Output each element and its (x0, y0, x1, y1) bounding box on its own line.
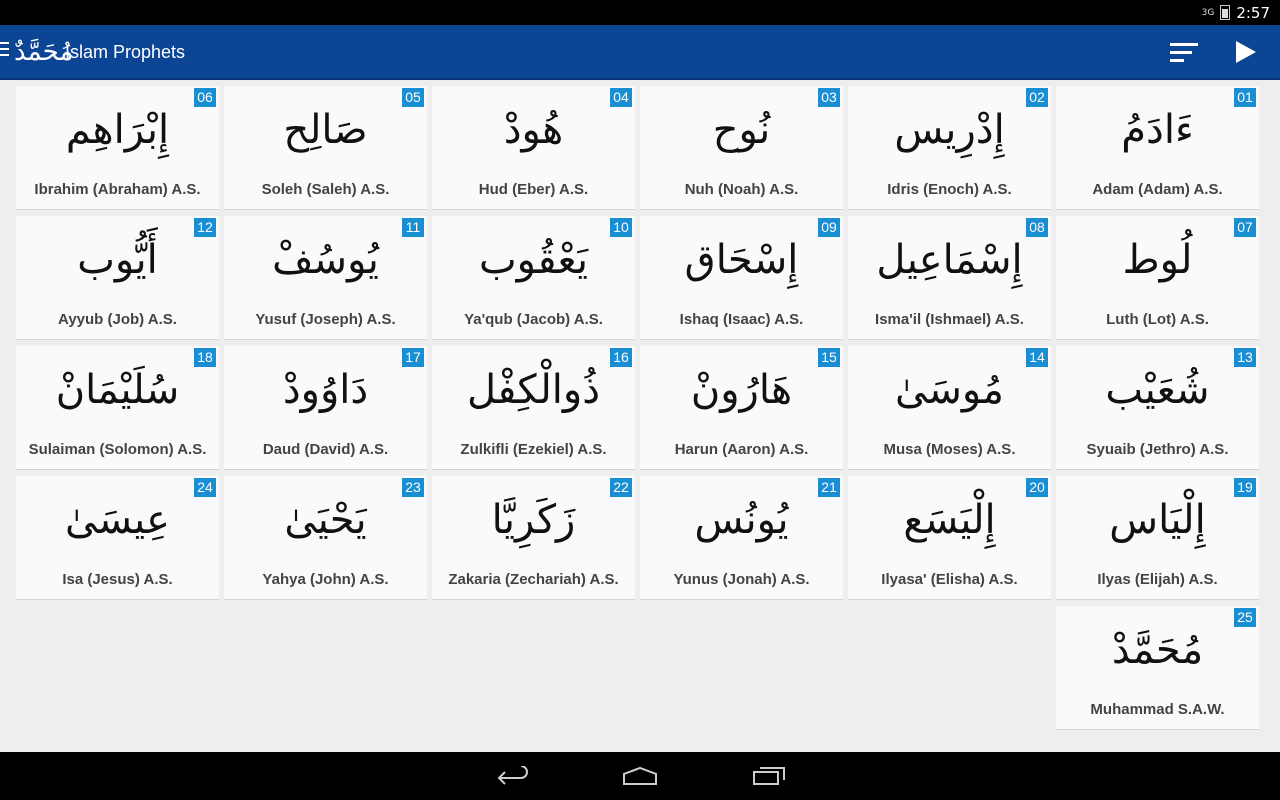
prophet-name: Harun (Aaron) A.S. (674, 441, 809, 458)
prophet-card[interactable]: 25 مُحَمَّدْ Muhammad S.A.W. (1056, 606, 1259, 730)
prophet-card[interactable]: 19 إِلْيَاس Ilyas (Elijah) A.S. (1056, 476, 1259, 600)
action-bar: مُحَمَّدٌ Islam Prophets (0, 25, 1280, 80)
prophet-arabic-name: إِسْمَاعِيل (876, 237, 1023, 283)
prophet-arabic-name: يَعْقُوب (479, 237, 588, 283)
back-icon[interactable] (497, 766, 529, 786)
prophet-card[interactable]: 06 إِبْرَاهِم Ibrahim (Abraham) A.S. (16, 86, 219, 210)
status-bar: 3G 2:57 (0, 0, 1280, 25)
prophet-arabic-name: شُعَيْب (1105, 367, 1210, 413)
prophet-name: Daud (David) A.S. (262, 441, 389, 458)
prophet-name: Yusuf (Joseph) A.S. (255, 311, 396, 328)
prophet-name: Nuh (Noah) A.S. (684, 181, 799, 198)
prophet-arabic-name: يُونُس (694, 497, 789, 543)
prophet-arabic-name: دَاوُودْ (282, 367, 369, 413)
menu-up-icon[interactable] (0, 42, 9, 60)
prophet-grid: 01 ءَادَمُ Adam (Adam) A.S. 02 إِدْرِيس Idris… (16, 86, 1260, 736)
prophet-card[interactable]: 04 هُودْ Hud (Eber) A.S. (432, 86, 635, 210)
prophet-card[interactable]: 21 يُونُس Yunus (Jonah) A.S. (640, 476, 843, 600)
prophet-arabic-name: إِسْحَاق (684, 237, 799, 283)
prophet-card[interactable]: 14 مُوسَىٰ Musa (Moses) A.S. (848, 346, 1051, 470)
prophet-name: Yunus (Jonah) A.S. (673, 571, 810, 588)
prophet-name: Zulkifli (Ezekiel) A.S. (460, 441, 607, 458)
prophet-card[interactable]: 16 ذُوالْكِفْل Zulkifli (Ezekiel) A.S. (432, 346, 635, 470)
prophet-card[interactable]: 12 أَيُّوب Ayyub (Job) A.S. (16, 216, 219, 340)
prophet-card[interactable]: 24 عِيسَىٰ Isa (Jesus) A.S. (16, 476, 219, 600)
prophet-name: Isma'il (Ishmael) A.S. (875, 311, 1024, 328)
prophet-arabic-name: زَكَرِيَّا (491, 497, 576, 543)
prophet-arabic-name: أَيُّوب (77, 237, 158, 283)
prophet-arabic-name: إِلْيَسَع (903, 497, 996, 543)
prophet-arabic-name: هُودْ (503, 107, 564, 153)
signal-indicator: 3G (1201, 7, 1215, 18)
prophet-card[interactable]: 23 يَحْيَىٰ Yahya (John) A.S. (224, 476, 427, 600)
prophet-arabic-name: إِلْيَاس (1109, 497, 1206, 543)
recent-apps-icon[interactable] (752, 766, 786, 786)
prophet-name: Sulaiman (Solomon) A.S. (28, 441, 207, 458)
prophet-card[interactable]: 09 إِسْحَاق Ishaq (Isaac) A.S. (640, 216, 843, 340)
prophet-card[interactable]: 07 لُوط Luth (Lot) A.S. (1056, 216, 1259, 340)
app-logo-icon[interactable]: مُحَمَّدٌ (14, 33, 73, 71)
prophet-arabic-name: هَارُونْ (690, 367, 793, 413)
prophet-card[interactable]: 01 ءَادَمُ Adam (Adam) A.S. (1056, 86, 1259, 210)
battery-icon (1220, 5, 1231, 20)
prophet-name: Yahya (John) A.S. (262, 571, 389, 588)
prophet-name: Muhammad S.A.W. (1090, 701, 1225, 718)
clock: 2:57 (1236, 3, 1270, 22)
prophet-arabic-name: لُوط (1122, 237, 1193, 283)
prophet-arabic-name: صَالِح (283, 107, 368, 153)
prophet-card[interactable]: 10 يَعْقُوب Ya'qub (Jacob) A.S. (432, 216, 635, 340)
prophet-arabic-name: يَحْيَىٰ (284, 497, 367, 543)
prophet-name: Ayyub (Job) A.S. (58, 311, 177, 328)
prophet-arabic-name: مُوسَىٰ (895, 367, 1004, 413)
prophet-card[interactable]: 11 يُوسُفْ Yusuf (Joseph) A.S. (224, 216, 427, 340)
app-title: Islam Prophets (65, 42, 186, 62)
prophet-name: Ilyas (Elijah) A.S. (1097, 571, 1218, 588)
prophet-name: Musa (Moses) A.S. (883, 441, 1016, 458)
prophet-arabic-name: يُوسُفْ (272, 237, 379, 283)
prophet-arabic-name: إِدْرِيس (894, 107, 1005, 153)
home-icon[interactable] (622, 766, 658, 786)
play-icon[interactable] (1236, 41, 1256, 63)
prophet-arabic-name: ءَادَمُ (1121, 107, 1194, 153)
prophet-arabic-name: نُوح (712, 107, 771, 153)
prophet-name: Ibrahim (Abraham) A.S. (34, 181, 201, 198)
prophet-card[interactable]: 15 هَارُونْ Harun (Aaron) A.S. (640, 346, 843, 470)
prophet-card[interactable]: 05 صَالِح Soleh (Saleh) A.S. (224, 86, 427, 210)
prophet-card[interactable]: 22 زَكَرِيَّا Zakaria (Zechariah) A.S. (432, 476, 635, 600)
prophet-card[interactable]: 13 شُعَيْب Syuaib (Jethro) A.S. (1056, 346, 1259, 470)
prophet-card[interactable]: 02 إِدْرِيس Idris (Enoch) A.S. (848, 86, 1051, 210)
prophet-name: Ishaq (Isaac) A.S. (679, 311, 804, 328)
prophet-arabic-name: مُحَمَّدْ (1111, 627, 1204, 673)
prophet-card[interactable]: 03 نُوح Nuh (Noah) A.S. (640, 86, 843, 210)
prophet-arabic-name: عِيسَىٰ (65, 497, 170, 543)
prophet-name: Adam (Adam) A.S. (1092, 181, 1223, 198)
prophet-arabic-name: سُلَيْمَانْ (55, 367, 180, 413)
prophet-name: Hud (Eber) A.S. (478, 181, 589, 198)
prophet-card[interactable]: 18 سُلَيْمَانْ Sulaiman (Solomon) A.S. (16, 346, 219, 470)
sort-icon[interactable] (1170, 43, 1198, 63)
navigation-bar (0, 752, 1280, 800)
prophet-name: Syuaib (Jethro) A.S. (1086, 441, 1229, 458)
prophet-name: Ilyasa' (Elisha) A.S. (881, 571, 1018, 588)
prophet-card[interactable]: 08 إِسْمَاعِيل Isma'il (Ishmael) A.S. (848, 216, 1051, 340)
prophet-card[interactable]: 17 دَاوُودْ Daud (David) A.S. (224, 346, 427, 470)
prophet-name: Ya'qub (Jacob) A.S. (464, 311, 603, 328)
prophet-name: Zakaria (Zechariah) A.S. (448, 571, 619, 588)
prophet-name: Luth (Lot) A.S. (1106, 311, 1209, 328)
prophet-name: Soleh (Saleh) A.S. (261, 181, 390, 198)
prophet-arabic-name: ذُوالْكِفْل (466, 367, 601, 413)
prophet-name: Idris (Enoch) A.S. (887, 181, 1012, 198)
prophet-name: Isa (Jesus) A.S. (62, 571, 173, 588)
prophet-card[interactable]: 20 إِلْيَسَع Ilyasa' (Elisha) A.S. (848, 476, 1051, 600)
prophet-arabic-name: إِبْرَاهِم (65, 107, 170, 153)
